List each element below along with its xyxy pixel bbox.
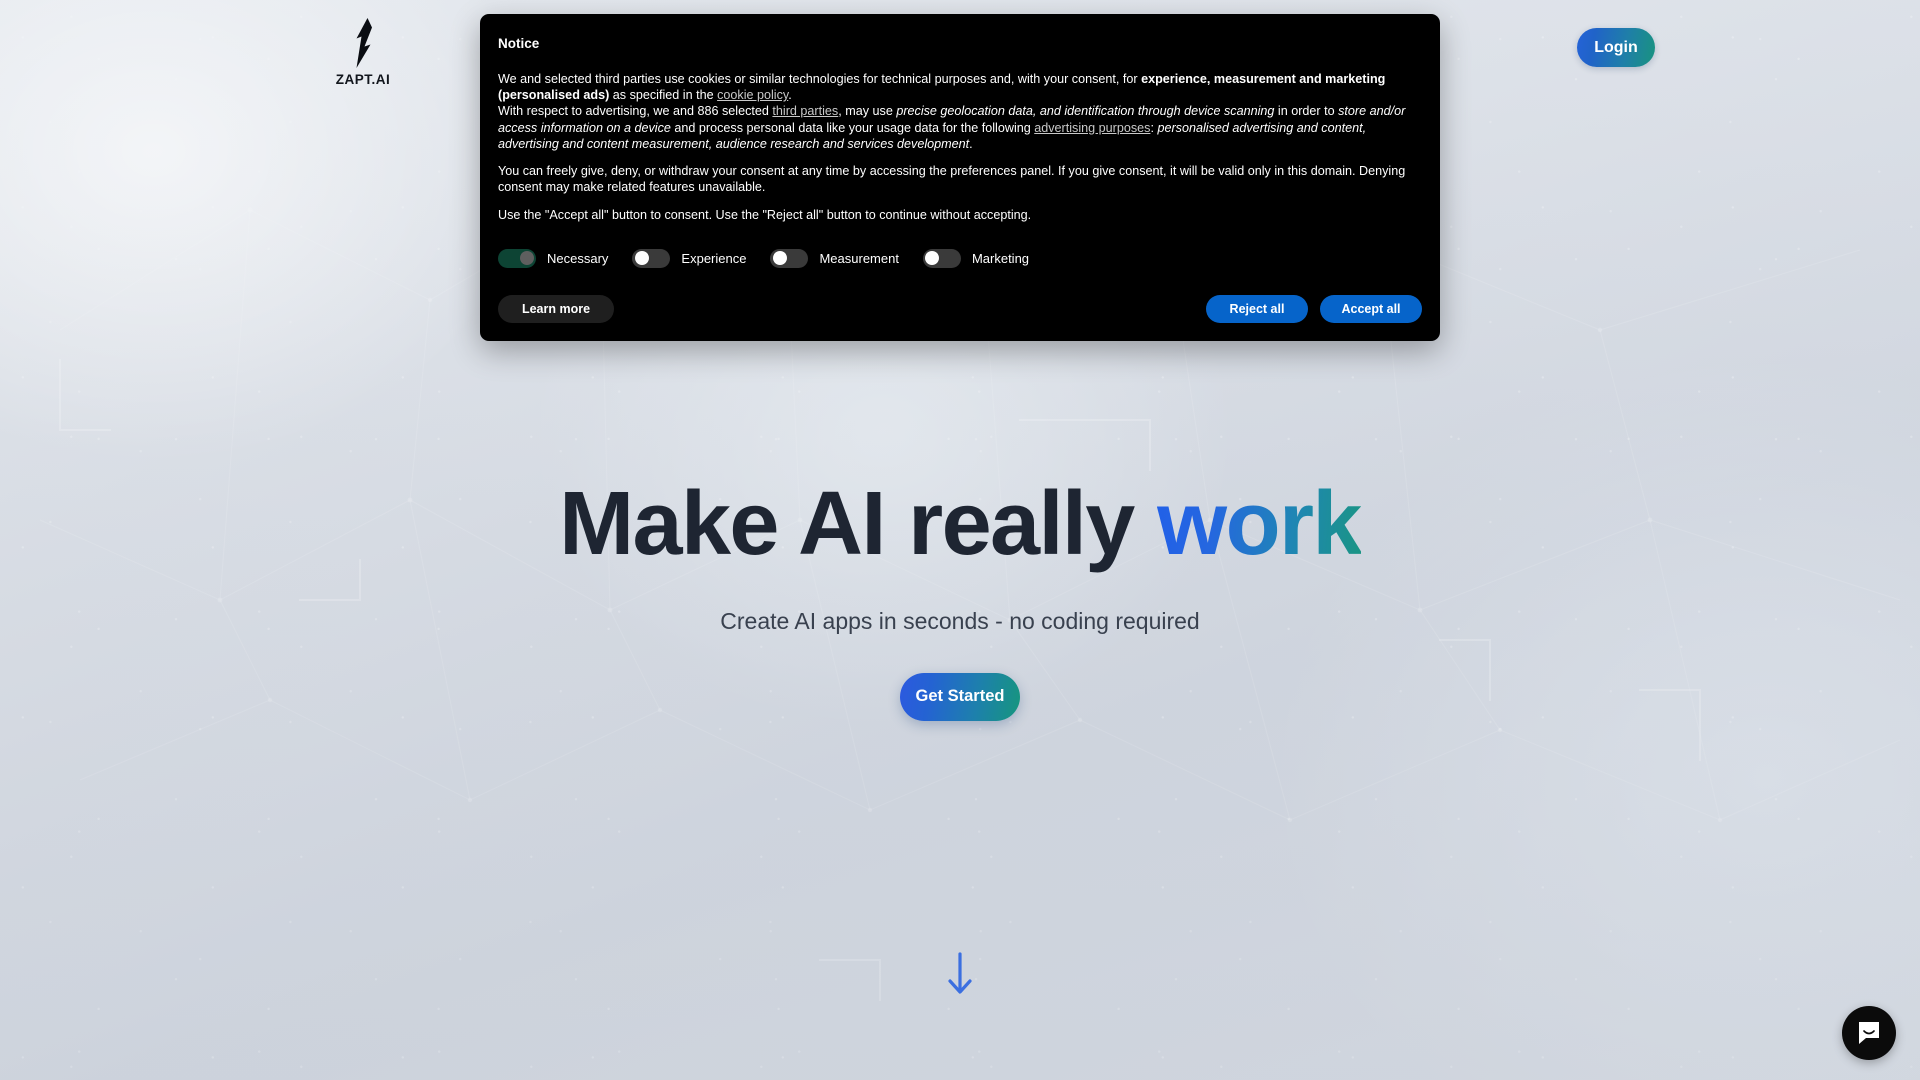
notice-p1-text-a: We and selected third parties use cookie…	[498, 72, 1142, 86]
toggle-knob	[519, 251, 534, 266]
hero-title-accent: work	[1157, 474, 1362, 574]
notice-p2-text-f: .	[969, 136, 973, 151]
toggle-experience[interactable]	[632, 248, 671, 268]
notice-p2-text-a: With respect to advertising, we and 886 …	[498, 104, 773, 119]
notice-p2-text-b: , may use	[838, 104, 897, 119]
toggle-knob	[925, 251, 940, 266]
toggle-measurement[interactable]	[770, 248, 809, 268]
notice-p2-italic-1: precise geolocation data, and identifica…	[896, 104, 1275, 119]
toggle-knob	[772, 251, 787, 266]
page-title: Make AI really work	[559, 477, 1362, 572]
toggle-necessary[interactable]	[498, 248, 536, 268]
notice-p2-text-d: and process personal data like your usag…	[670, 120, 1035, 135]
toggle-group-necessary: Necessary	[498, 248, 609, 268]
login-button[interactable]: Login	[1577, 28, 1655, 67]
brand-logo[interactable]: ZAPT.AI	[320, 18, 406, 87]
toggle-knob	[634, 251, 649, 266]
toggle-label-experience: Experience	[681, 250, 747, 266]
notice-paragraph-1: We and selected third parties use cookie…	[498, 71, 1422, 103]
toggle-label-marketing: Marketing	[971, 250, 1030, 266]
chat-widget-button[interactable]	[1842, 1006, 1896, 1060]
get-started-button[interactable]: Get Started	[900, 672, 1020, 721]
toggle-group-measurement: Measurement	[770, 248, 899, 268]
arrow-down-icon[interactable]	[938, 948, 982, 1000]
arrow-down-glyph	[948, 952, 972, 994]
notice-p1-text-b: as specified in the	[609, 88, 718, 103]
toggle-label-necessary: Necessary	[547, 250, 609, 266]
consent-toggles: Necessary Experience Measurement Marketi…	[498, 248, 1422, 268]
notice-actions: Learn more Reject all Accept all	[498, 294, 1422, 323]
hero-title-main: Make AI really	[559, 474, 1158, 574]
notice-paragraph-2: With respect to advertising, we and 886 …	[498, 103, 1422, 152]
third-parties-link[interactable]: third parties	[772, 104, 838, 118]
advertising-purposes-link[interactable]: advertising purposes	[1034, 121, 1150, 135]
lightning-bolt-icon	[356, 18, 372, 68]
notice-paragraph-3: You can freely give, deny, or withdraw y…	[498, 164, 1406, 195]
accept-all-button[interactable]: Accept all	[1320, 294, 1422, 323]
cookie-policy-link[interactable]: cookie policy	[717, 88, 788, 102]
notice-body: We and selected third parties use cookie…	[498, 71, 1422, 223]
notice-p2-text-c: in order to	[1274, 104, 1339, 119]
brand-name: ZAPT.AI	[335, 72, 391, 87]
notice-p1-text-c: .	[788, 88, 792, 103]
hero-subtitle: Create AI apps in seconds - no coding re…	[720, 607, 1200, 634]
toggle-label-measurement: Measurement	[819, 250, 899, 266]
cookie-consent-notice: Notice We and selected third parties use…	[480, 14, 1440, 341]
notice-title: Notice	[498, 36, 540, 51]
learn-more-button[interactable]: Learn more	[498, 294, 614, 323]
reject-all-button[interactable]: Reject all	[1206, 294, 1308, 323]
toggle-group-marketing: Marketing	[922, 248, 1030, 268]
toggle-group-experience: Experience	[632, 248, 747, 268]
chat-bubble-icon	[1859, 1022, 1879, 1044]
toggle-marketing[interactable]	[922, 248, 961, 268]
notice-paragraph-4: Use the "Accept all" button to consent. …	[498, 207, 1032, 222]
